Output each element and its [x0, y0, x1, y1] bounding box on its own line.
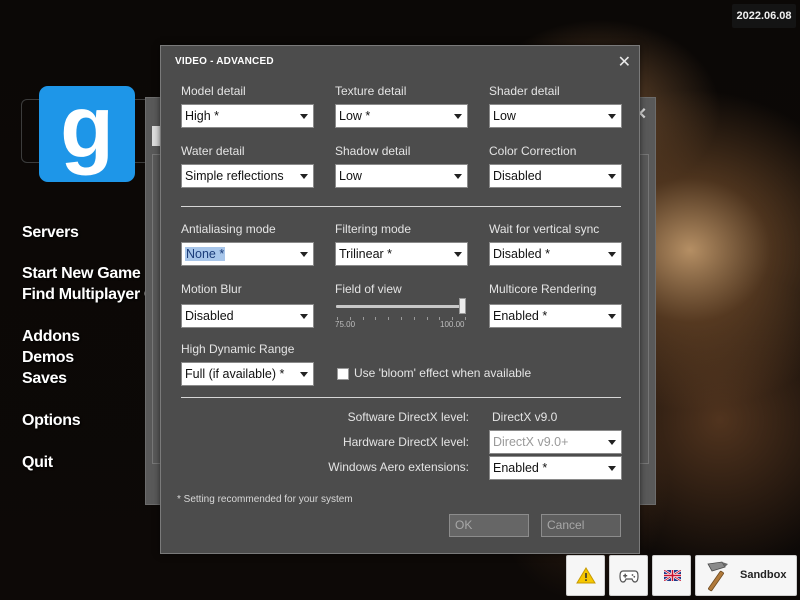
chevron-down-icon [300, 252, 308, 257]
shader-detail-select[interactable]: Low [489, 104, 622, 128]
fov-slider-tick [362, 317, 364, 320]
divider [181, 206, 621, 207]
filtering-select[interactable]: Trilinear * [335, 242, 468, 266]
chevron-down-icon [608, 440, 616, 445]
shader-detail-label: Shader detail [489, 84, 560, 98]
shadow-detail-label: Shadow detail [335, 144, 411, 158]
chevron-down-icon [608, 174, 616, 179]
texture-detail-label: Texture detail [335, 84, 407, 98]
chevron-down-icon [608, 314, 616, 319]
menu-demos[interactable]: Demos [22, 349, 74, 367]
chevron-down-icon [608, 466, 616, 471]
water-detail-select[interactable]: Simple reflections [181, 164, 314, 188]
fov-min-label: 75.00 [335, 320, 356, 329]
software-dx-label: Software DirectX level: [347, 410, 469, 424]
antialiasing-label: Antialiasing mode [181, 222, 276, 236]
aero-label: Windows Aero extensions: [328, 460, 469, 474]
gamemode-label: Sandbox [740, 569, 787, 581]
menu-servers[interactable]: Servers [22, 224, 79, 242]
fov-slider-tick [465, 317, 466, 320]
cancel-button[interactable]: Cancel [541, 514, 621, 537]
close-icon[interactable]: ✕ [618, 52, 631, 72]
recommendation-note: * Setting recommended for your system [177, 494, 353, 505]
gamepad-icon [619, 568, 639, 584]
menu-find-multiplayer[interactable]: Find Multiplayer Ga [22, 286, 165, 304]
model-detail-label: Model detail [181, 84, 246, 98]
panel-tab-stub [152, 126, 160, 146]
motion-blur-select[interactable]: Disabled [181, 304, 314, 328]
dialog-title: VIDEO - ADVANCED [175, 56, 274, 67]
controller-button[interactable] [609, 555, 648, 596]
hardware-dx-select[interactable]: DirectX v9.0+ [489, 430, 622, 454]
fov-label: Field of view [335, 282, 402, 296]
menu-addons[interactable]: Addons [22, 328, 80, 346]
shadow-detail-select[interactable]: Low [335, 164, 468, 188]
ok-button[interactable]: OK [449, 514, 529, 537]
fov-slider-tick [388, 317, 390, 320]
color-correction-select[interactable]: Disabled [489, 164, 622, 188]
texture-detail-select[interactable]: Low * [335, 104, 468, 128]
gamemode-button[interactable]: Sandbox [695, 555, 797, 596]
warning-icon [576, 567, 596, 584]
hdr-select[interactable]: Full (if available) * [181, 362, 314, 386]
menu-start-new-game[interactable]: Start New Game [22, 265, 141, 283]
chevron-down-icon [608, 252, 616, 257]
antialiasing-select[interactable]: None * [181, 242, 314, 266]
aero-select[interactable]: Enabled * [489, 456, 622, 480]
language-button[interactable] [652, 555, 691, 596]
filtering-label: Filtering mode [335, 222, 412, 236]
fov-slider-tick [375, 317, 377, 320]
chevron-down-icon [608, 114, 616, 119]
menu-saves[interactable]: Saves [22, 370, 67, 388]
fov-slider-tick [401, 317, 402, 320]
uk-flag-icon [664, 570, 681, 581]
hardware-dx-label: Hardware DirectX level: [342, 435, 469, 449]
menu-quit[interactable]: Quit [22, 454, 53, 472]
chevron-down-icon [300, 372, 308, 377]
hammer-icon [700, 559, 732, 593]
hdr-label: High Dynamic Range [181, 342, 295, 356]
motion-blur-label: Motion Blur [181, 282, 242, 296]
color-correction-label: Color Correction [489, 144, 577, 158]
chevron-down-icon [300, 114, 308, 119]
bloom-checkbox[interactable] [337, 368, 349, 380]
divider [181, 397, 621, 398]
logo-letter: g [60, 77, 114, 176]
video-advanced-dialog: VIDEO - ADVANCED ✕ Model detail High * T… [160, 45, 640, 554]
gmod-logo: g [39, 77, 135, 182]
fov-max-label: 100.00 [440, 320, 465, 329]
chevron-down-icon [300, 314, 308, 319]
chevron-down-icon [454, 252, 462, 257]
water-detail-label: Water detail [181, 144, 245, 158]
fov-slider-tick [413, 317, 415, 320]
warning-button[interactable] [566, 555, 605, 596]
vsync-label: Wait for vertical sync [489, 222, 600, 236]
date-badge: 2022.06.08 [732, 4, 796, 28]
vsync-select[interactable]: Disabled * [489, 242, 622, 266]
menu-options[interactable]: Options [22, 412, 81, 430]
fov-slider-tick [426, 317, 428, 320]
chevron-down-icon [454, 114, 462, 119]
model-detail-select[interactable]: High * [181, 104, 314, 128]
multicore-label: Multicore Rendering [489, 282, 597, 296]
software-dx-value: DirectX v9.0 [492, 410, 558, 424]
chevron-down-icon [300, 174, 308, 179]
bloom-label: Use 'bloom' effect when available [354, 366, 532, 380]
fov-slider-handle[interactable] [459, 298, 466, 314]
chevron-down-icon [454, 174, 462, 179]
multicore-select[interactable]: Enabled * [489, 304, 622, 328]
fov-slider-track[interactable] [336, 305, 466, 308]
